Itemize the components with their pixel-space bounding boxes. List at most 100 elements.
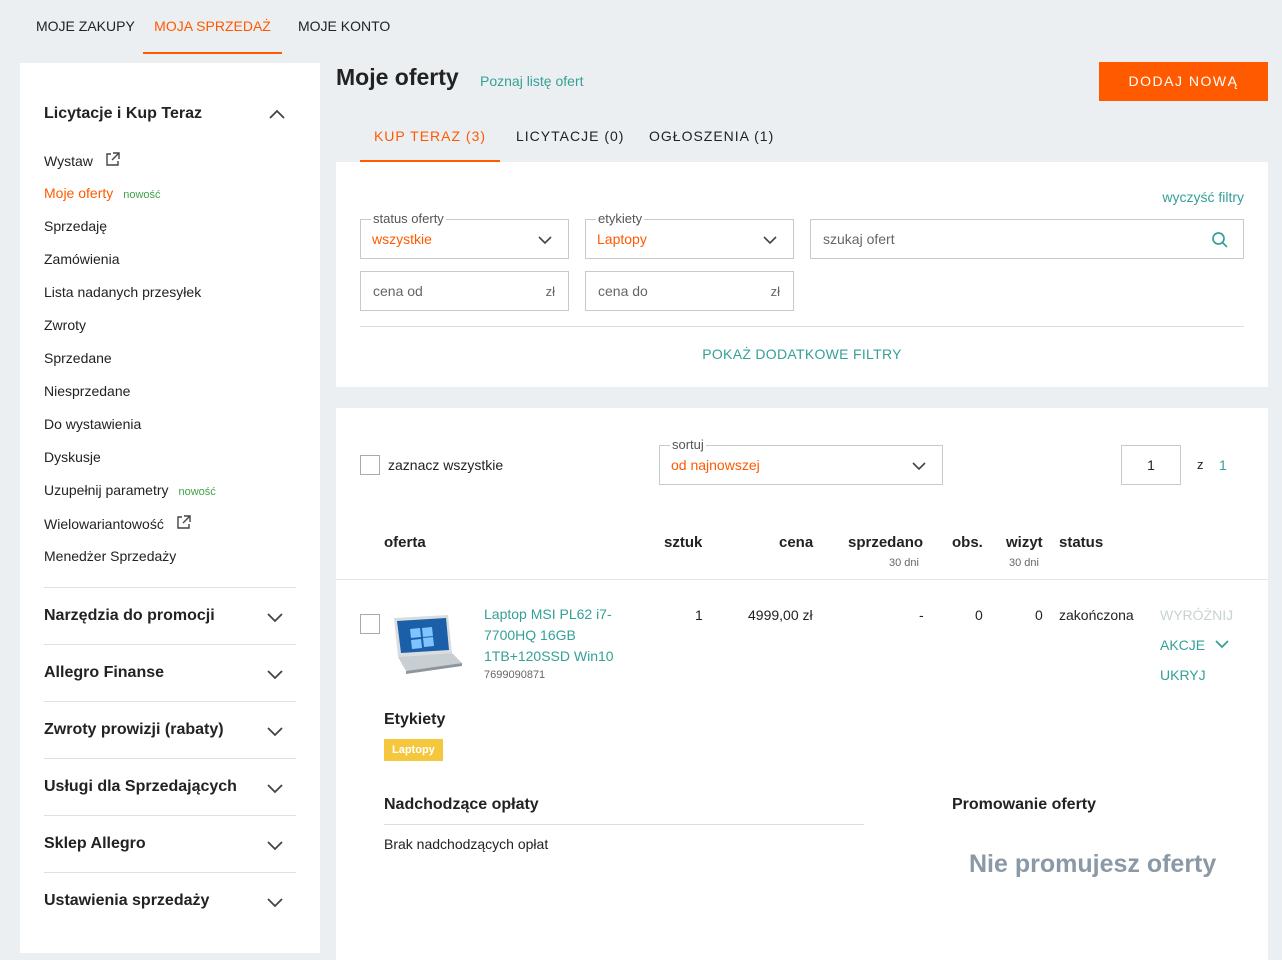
sidebar-section-uslugi[interactable]: Usługi dla Sprzedających [44,778,296,796]
sidebar-item-uzupelnij-parametry[interactable]: Uzupełnij parametry nowość [44,482,216,498]
tab-ogloszenia[interactable]: OGŁOSZENIA (1) [649,116,774,162]
divider [384,824,864,825]
sidebar-section-zwroty-prowizji[interactable]: Zwroty prowizji (rabaty) [44,721,296,739]
show-more-filters-button[interactable]: POKAŻ DODATKOWE FILTRY [336,346,1268,362]
sidebar-section-licytacje[interactable]: Licytacje i Kup Teraz [44,105,296,123]
column-subheader-30-dni: 30 dni [889,557,919,569]
sidebar-item-lista-przesylek[interactable]: Lista nadanych przesyłek [44,284,201,300]
offers-list-card: zaznacz wszystkie sortuj od najnowszej 1… [336,408,1268,960]
chevron-up-icon[interactable] [268,106,286,124]
sidebar-item-sprzedane[interactable]: Sprzedane [44,350,112,366]
labels-value: Laptopy [597,231,647,247]
field-label: status oferty [371,211,446,226]
column-header-sprzedano: sprzedano [848,534,924,551]
column-header-oferta: oferta [384,534,426,551]
column-header-sztuk: sztuk [664,534,703,551]
sidebar-section-finanse[interactable]: Allegro Finanse [44,664,296,682]
sidebar-item-wielowariantowosc[interactable]: Wielowariantowość [44,515,191,532]
currency-suffix: zł [770,284,780,299]
price-from-placeholder: cena od [373,283,423,299]
sidebar-item-niesprzedane[interactable]: Niesprzedane [44,383,130,399]
sidebar-item-do-wystawienia[interactable]: Do wystawienia [44,416,141,432]
sidebar-section-ustawienia[interactable]: Ustawienia sprzedaży [44,892,296,910]
field-label: etykiety [596,211,645,226]
labels-section-title: Etykiety [384,711,446,728]
chevron-down-icon [912,462,926,471]
search-icon[interactable] [1211,231,1229,249]
column-header-obs: obs. [952,534,983,551]
price-to-input[interactable]: cena do zł [585,271,794,311]
chevron-down-icon[interactable] [266,665,284,683]
divider [44,872,296,873]
page-of-label: z [1197,457,1204,472]
chevron-down-icon [763,236,777,245]
sidebar-section-sklep[interactable]: Sklep Allegro [44,835,296,853]
tab-moja-sprzedaz[interactable]: MOJA SPRZEDAŻ [143,0,282,54]
offer-qty: 1 [695,607,703,623]
labels-select[interactable]: etykiety Laptopy [585,212,794,259]
divider [44,815,296,816]
price-from-input[interactable]: cena od zł [360,271,569,311]
offer-title-link[interactable]: Laptop MSI PL62 i7- 7700HQ 16GB 1TB+120S… [484,604,624,667]
chevron-down-icon[interactable] [266,608,284,626]
chevron-down-icon[interactable] [266,893,284,911]
page-title: Moje oferty [336,64,459,90]
status-value: wszystkie [372,231,432,247]
chevron-down-icon[interactable] [266,836,284,854]
page-number-input[interactable]: 1 [1121,445,1181,485]
tab-licytacje[interactable]: LICYTACJE (0) [516,116,624,162]
highlight-button[interactable]: WYRÓŻNIJ [1160,607,1233,623]
actions-menu-button[interactable]: AKCJE [1160,637,1229,653]
promo-section-title: Promowanie oferty [952,796,1097,813]
filters-card: wyczyść filtry status oferty wszystkie e… [336,162,1268,387]
sidebar-item-moje-oferty[interactable]: Moje oferty nowość [44,185,161,201]
select-all-label: zaznacz wszystkie [388,457,504,473]
add-new-button[interactable]: DODAJ NOWĄ [1099,62,1268,101]
tab-moje-zakupy[interactable]: MOJE ZAKUPY [36,0,135,54]
sidebar-section-narzedzia[interactable]: Narzędzia do promocji [44,607,296,625]
status-select[interactable]: status oferty wszystkie [360,212,569,259]
divider [44,644,296,645]
sort-select[interactable]: sortuj od najnowszej [659,438,943,485]
search-input[interactable]: szukaj ofert [810,219,1244,259]
promo-empty-text: Nie promujesz oferty [969,850,1217,878]
laptop-thumbnail[interactable] [386,613,464,675]
sidebar: Licytacje i Kup Teraz Wystaw Moje oferty… [20,63,320,953]
divider [44,701,296,702]
select-all-checkbox[interactable] [360,455,380,475]
tab-kup-teraz[interactable]: KUP TERAZ (3) [360,116,500,162]
total-pages: 1 [1219,457,1227,473]
sort-value: od najnowszej [671,457,760,473]
chevron-down-icon[interactable] [266,779,284,797]
external-link-icon [106,152,120,166]
chevron-down-icon[interactable] [266,722,284,740]
field-label: sortuj [670,437,706,452]
chevron-down-icon [538,236,552,245]
fees-section-title: Nadchodzące opłaty [384,796,539,813]
divider [360,326,1244,327]
offer-price: 4999,00 zł [748,607,813,623]
search-placeholder: szukaj ofert [823,231,895,247]
offer-views: 0 [975,607,983,623]
divider [44,758,296,759]
chevron-down-icon [1215,640,1229,649]
fees-empty-text: Brak nadchodzących opłat [384,836,549,852]
divider [44,587,296,588]
sidebar-item-sprzedaje[interactable]: Sprzedaję [44,218,107,234]
offer-checkbox[interactable] [360,614,380,634]
column-header-status: status [1059,534,1104,551]
sidebar-item-zwroty[interactable]: Zwroty [44,317,86,333]
sidebar-item-dyskusje[interactable]: Dyskusje [44,449,101,465]
sidebar-item-wystaw[interactable]: Wystaw [44,152,120,169]
clear-filters-link[interactable]: wyczyść filtry [1162,189,1244,205]
hide-button[interactable]: UKRYJ [1160,667,1206,683]
tab-moje-konto[interactable]: MOJE KONTO [298,0,390,54]
learn-offers-link[interactable]: Poznaj listę ofert [480,73,584,89]
sidebar-item-zamowienia[interactable]: Zamówienia [44,251,119,267]
currency-suffix: zł [545,284,555,299]
offer-sold: - [919,607,924,623]
divider [336,579,1268,580]
sidebar-item-menedzer-sprzedazy[interactable]: Menedżer Sprzedaży [44,548,176,564]
offer-id: 7699090871 [484,669,546,681]
new-badge: nowość [123,189,161,201]
